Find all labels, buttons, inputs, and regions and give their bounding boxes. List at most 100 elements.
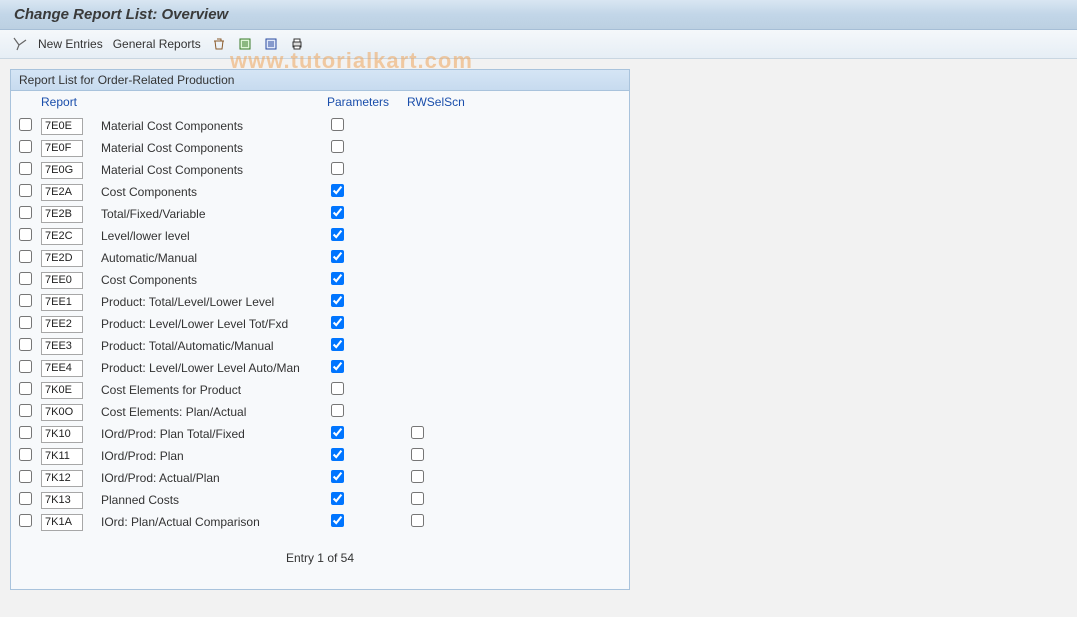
row-select-checkbox[interactable] (19, 316, 32, 329)
row-select-checkbox[interactable] (19, 162, 32, 175)
row-select-checkbox[interactable] (19, 272, 32, 285)
entry-status: Entry 1 of 54 (11, 533, 629, 565)
report-description: Cost Elements: Plan/Actual (97, 405, 327, 419)
report-code-field[interactable]: 7EE2 (41, 316, 83, 333)
table-row: 7EE2 Product: Level/Lower Level Tot/Fxd (11, 313, 629, 335)
row-select-checkbox[interactable] (19, 228, 32, 241)
parameters-checkbox[interactable] (331, 492, 344, 505)
row-select-checkbox[interactable] (19, 492, 32, 505)
row-select-checkbox[interactable] (19, 382, 32, 395)
report-code-field[interactable]: 7E2B (41, 206, 83, 223)
parameters-checkbox[interactable] (331, 448, 344, 461)
report-code-field[interactable]: 7EE1 (41, 294, 83, 311)
application-toolbar: New Entries General Reports (0, 30, 1077, 59)
row-select-checkbox[interactable] (19, 184, 32, 197)
report-description: Cost Components (97, 185, 327, 199)
row-select-checkbox[interactable] (19, 250, 32, 263)
report-code-field[interactable]: 7K0E (41, 382, 83, 399)
row-select-checkbox[interactable] (19, 514, 32, 527)
row-select-checkbox[interactable] (19, 426, 32, 439)
report-description: Product: Total/Level/Lower Level (97, 295, 327, 309)
table-row: 7K11 IOrd/Prod: Plan (11, 445, 629, 467)
row-select-checkbox[interactable] (19, 206, 32, 219)
delete-icon[interactable] (211, 36, 227, 52)
table-row: 7K1A IOrd: Plan/Actual Comparison (11, 511, 629, 533)
parameters-checkbox[interactable] (331, 382, 344, 395)
report-code-field[interactable]: 7E2A (41, 184, 83, 201)
report-code-field[interactable]: 7K11 (41, 448, 83, 465)
parameters-checkbox[interactable] (331, 162, 344, 175)
report-description: IOrd/Prod: Actual/Plan (97, 471, 327, 485)
parameters-checkbox[interactable] (331, 184, 344, 197)
report-code-field[interactable]: 7K12 (41, 470, 83, 487)
report-description: Total/Fixed/Variable (97, 207, 327, 221)
report-description: Cost Elements for Product (97, 383, 327, 397)
report-code-field[interactable]: 7EE3 (41, 338, 83, 355)
parameters-checkbox[interactable] (331, 250, 344, 263)
row-select-checkbox[interactable] (19, 140, 32, 153)
table-row: 7E0FMaterial Cost Components (11, 137, 629, 159)
new-entries-button[interactable]: New Entries (38, 37, 103, 51)
rwselscn-checkbox[interactable] (411, 448, 424, 461)
parameters-checkbox[interactable] (331, 294, 344, 307)
parameters-checkbox[interactable] (331, 404, 344, 417)
row-select-checkbox[interactable] (19, 470, 32, 483)
select-all-icon[interactable] (237, 36, 253, 52)
table-row: 7K0E Cost Elements for Product (11, 379, 629, 401)
row-select-checkbox[interactable] (19, 294, 32, 307)
row-select-checkbox[interactable] (19, 118, 32, 131)
report-code-field[interactable]: 7K1A (41, 514, 83, 531)
report-code-field[interactable]: 7K10 (41, 426, 83, 443)
parameters-checkbox[interactable] (331, 118, 344, 131)
report-list-panel: Report List for Order-Related Production… (10, 69, 630, 590)
deselect-all-icon[interactable] (263, 36, 279, 52)
rwselscn-checkbox[interactable] (411, 426, 424, 439)
rwselscn-checkbox[interactable] (411, 492, 424, 505)
rwselscn-checkbox[interactable] (411, 470, 424, 483)
parameters-checkbox[interactable] (331, 228, 344, 241)
parameters-checkbox[interactable] (331, 316, 344, 329)
report-code-field[interactable]: 7K0O (41, 404, 83, 421)
report-description: Material Cost Components (97, 163, 327, 177)
parameters-checkbox[interactable] (331, 272, 344, 285)
report-description: IOrd/Prod: Plan Total/Fixed (97, 427, 327, 441)
column-header-rwselscn[interactable]: RWSelScn (407, 95, 487, 109)
row-select-checkbox[interactable] (19, 448, 32, 461)
parameters-checkbox[interactable] (331, 360, 344, 373)
row-select-checkbox[interactable] (19, 404, 32, 417)
report-description: IOrd/Prod: Plan (97, 449, 327, 463)
parameters-checkbox[interactable] (331, 206, 344, 219)
toggle-icon[interactable] (12, 36, 28, 52)
report-description: IOrd: Plan/Actual Comparison (97, 515, 327, 529)
general-reports-button[interactable]: General Reports (113, 37, 201, 51)
row-select-checkbox[interactable] (19, 360, 32, 373)
report-description: Product: Level/Lower Level Tot/Fxd (97, 317, 327, 331)
table-row: 7E2B Total/Fixed/Variable (11, 203, 629, 225)
report-code-field[interactable]: 7K13 (41, 492, 83, 509)
report-code-field[interactable]: 7E2C (41, 228, 83, 245)
rwselscn-checkbox[interactable] (411, 514, 424, 527)
table-row: 7EE0Cost Components (11, 269, 629, 291)
row-select-checkbox[interactable] (19, 338, 32, 351)
parameters-checkbox[interactable] (331, 470, 344, 483)
table-row: 7EE4 Product: Level/Lower Level Auto/Man (11, 357, 629, 379)
report-code-field[interactable]: 7E0G (41, 162, 83, 179)
report-code-field[interactable]: 7E0F (41, 140, 83, 157)
parameters-checkbox[interactable] (331, 338, 344, 351)
window-title: Change Report List: Overview (0, 0, 1077, 30)
parameters-checkbox[interactable] (331, 514, 344, 527)
report-description: Product: Total/Automatic/Manual (97, 339, 327, 353)
table-header-row: Report Parameters RWSelScn (11, 91, 629, 115)
report-description: Automatic/Manual (97, 251, 327, 265)
column-header-report[interactable]: Report (41, 95, 97, 109)
print-icon[interactable] (289, 36, 305, 52)
column-header-parameters[interactable]: Parameters (327, 95, 407, 109)
table-row: 7E2A Cost Components (11, 181, 629, 203)
report-code-field[interactable]: 7E2D (41, 250, 83, 267)
report-code-field[interactable]: 7EE4 (41, 360, 83, 377)
report-description: Product: Level/Lower Level Auto/Man (97, 361, 327, 375)
parameters-checkbox[interactable] (331, 426, 344, 439)
report-code-field[interactable]: 7EE0 (41, 272, 83, 289)
parameters-checkbox[interactable] (331, 140, 344, 153)
report-code-field[interactable]: 7E0E (41, 118, 83, 135)
